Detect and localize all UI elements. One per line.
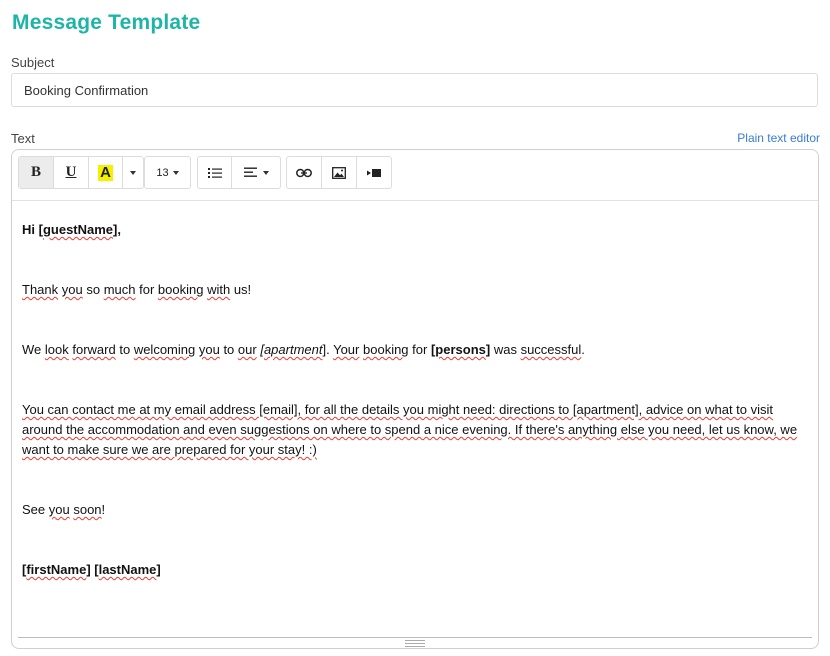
placeholder-last-name: lastName [98, 562, 157, 577]
text-run: look [44, 342, 69, 357]
text-run: you [61, 282, 83, 297]
text-run: forward [72, 342, 116, 357]
link-icon [296, 168, 312, 177]
contact-paragraph: You can contact me at my email address [… [22, 402, 798, 457]
text-run: ] [ [86, 562, 99, 577]
text-run: ! [101, 502, 106, 517]
bold-button[interactable]: B [19, 157, 54, 188]
plain-text-editor-link[interactable]: Plain text editor [737, 131, 820, 145]
text-run: to [219, 342, 238, 357]
text-run: . [581, 342, 585, 357]
editor-resize-handle[interactable] [18, 637, 812, 648]
text-run: See [22, 502, 49, 517]
text-run: ]. [322, 342, 334, 357]
placeholder-apartment: apartment [263, 342, 323, 357]
video-icon [367, 168, 381, 177]
insert-group [286, 156, 392, 189]
font-size-dropdown[interactable]: 13 [145, 157, 190, 188]
placeholder-first-name: firstName [26, 562, 87, 577]
underline-icon: U [65, 164, 77, 180]
text-run: for [408, 342, 431, 357]
text-run: booking [363, 342, 409, 357]
text-run: you [48, 502, 70, 517]
text-run: Your [333, 342, 360, 357]
farewell-paragraph: See you soon! [22, 500, 808, 520]
subject-label: Subject [11, 55, 55, 70]
text-run: ], [113, 222, 121, 237]
placeholder-persons: persons [435, 342, 486, 357]
signature-paragraph: [firstName] [lastName] [22, 560, 808, 580]
image-icon [332, 166, 346, 179]
text-run: for [135, 282, 158, 297]
font-size-group: 13 [144, 156, 191, 189]
highlight-button[interactable]: A [89, 157, 123, 188]
text-run: you [198, 342, 220, 357]
text-run: booking [157, 282, 204, 297]
page-title: Message Template [12, 11, 201, 34]
align-icon [243, 167, 257, 177]
chevron-down-icon [172, 170, 179, 175]
text-run: us! [230, 282, 252, 297]
unordered-list-icon [207, 167, 222, 178]
thanks-paragraph: Thank you so much for booking with us! [22, 280, 808, 300]
bold-icon: B [30, 164, 41, 180]
editor-toolbar: B U A 13 [12, 150, 818, 201]
text-run: so [82, 282, 104, 297]
editor-content[interactable]: Hi [guestName], Thank you so much for bo… [22, 220, 808, 620]
text-run: with [207, 282, 231, 297]
font-size-value: 13 [156, 166, 169, 179]
text-run: [ [256, 342, 264, 357]
text-run: to [115, 342, 134, 357]
text-run: much [103, 282, 136, 297]
subject-input[interactable] [11, 73, 818, 107]
unordered-list-button[interactable] [198, 157, 232, 188]
insert-video-button[interactable] [357, 157, 391, 188]
text-run: our [237, 342, 257, 357]
text-label: Text [11, 131, 35, 146]
grip-icon [405, 640, 425, 647]
chevron-down-icon [262, 170, 269, 175]
highlight-color-dropdown[interactable] [123, 157, 143, 188]
text-run: Hi [ [22, 222, 43, 237]
welcome-paragraph: We look forward to welcoming you to our … [22, 340, 808, 360]
paragraph-group [197, 156, 281, 189]
text-run: Thank [22, 282, 59, 297]
insert-link-button[interactable] [287, 157, 322, 188]
text-run: was [490, 342, 521, 357]
underline-button[interactable]: U [54, 157, 89, 188]
rich-text-editor[interactable]: B U A 13 Hi [guestName], Thank you so mu… [11, 149, 819, 649]
insert-image-button[interactable] [322, 157, 357, 188]
text-run: successful [520, 342, 582, 357]
text-run: soon [73, 502, 102, 517]
align-dropdown[interactable] [232, 157, 280, 188]
text-run: ] [156, 562, 161, 577]
format-group: B U A [18, 156, 144, 189]
placeholder-guest-name: guestName [42, 222, 114, 237]
highlight-icon: A [98, 163, 113, 181]
text-run: We [22, 342, 45, 357]
text-run: welcoming [133, 342, 196, 357]
chevron-down-icon [130, 170, 136, 175]
greeting-paragraph: Hi [guestName], [22, 220, 808, 240]
